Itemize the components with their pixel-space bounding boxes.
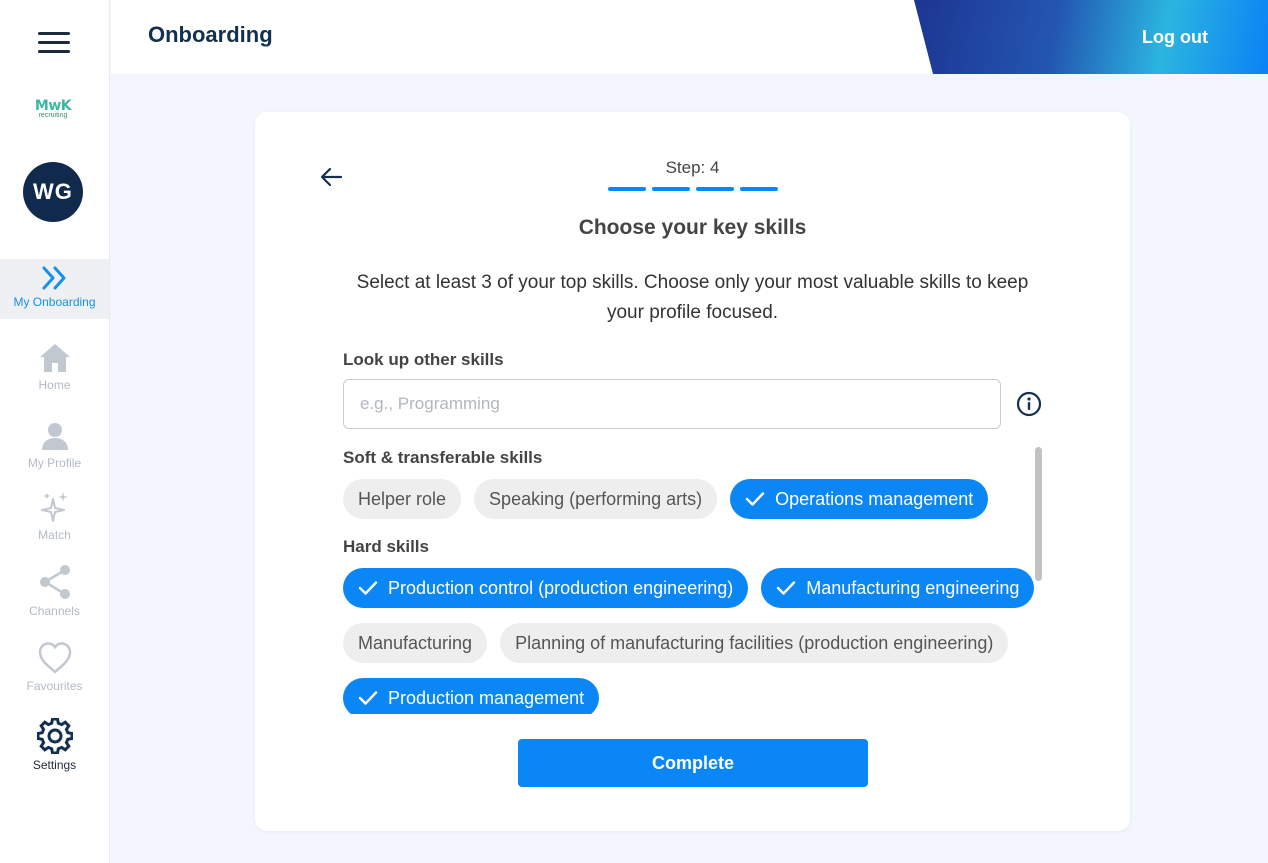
sparkles-icon xyxy=(40,492,68,522)
onboarding-card: Step: 4 Choose your key skills Select at… xyxy=(255,112,1130,831)
sidebar-item-match[interactable]: Match xyxy=(0,484,109,544)
lookup-label: Look up other skills xyxy=(343,350,504,369)
step-label: Step: 4 xyxy=(665,158,720,177)
skill-search-input[interactable] xyxy=(343,379,1001,429)
step-bar xyxy=(608,187,646,191)
skill-chip-label: Operations management xyxy=(775,488,974,509)
sidebar-item-channels[interactable]: Channels xyxy=(0,558,109,618)
logo-subtext: recruiting xyxy=(38,112,68,119)
sidebar-item-label: Settings xyxy=(32,758,77,772)
double-chevron-right-icon xyxy=(42,266,65,290)
card-title: Choose your key skills xyxy=(578,216,807,239)
skill-chip-label: Manufacturing xyxy=(358,632,473,653)
section-label-hard-skills: Hard skills xyxy=(343,537,429,556)
skill-chip[interactable]: Planning of manufacturing facilities (pr… xyxy=(500,623,1009,663)
sidebar: MwK recruiting WG My Onboarding Home My … xyxy=(0,0,110,863)
skill-chip[interactable]: Manufacturing xyxy=(343,623,488,663)
page-title: Onboarding xyxy=(148,22,273,47)
skill-chip-label: Planning of manufacturing facilities (pr… xyxy=(515,632,994,653)
skill-chip-label: Manufacturing engineering xyxy=(806,577,1020,598)
step-bar xyxy=(740,187,778,191)
heart-icon xyxy=(38,642,71,674)
skill-chip-label: Speaking (performing arts) xyxy=(489,488,703,509)
section-label-soft-skills: Soft & transferable skills xyxy=(343,448,543,467)
checkmark-icon xyxy=(358,581,378,595)
skill-chip[interactable]: Helper role xyxy=(343,479,462,519)
soft-skills-list: Helper role Speaking (performing arts) O… xyxy=(343,479,1043,519)
sidebar-item-label: Channels xyxy=(29,604,80,618)
sidebar-item-label: My Profile xyxy=(27,456,82,470)
hard-skills-list: Production control (production engineeri… xyxy=(343,568,1043,714)
skill-chip-selected[interactable]: Production control (production engineeri… xyxy=(343,568,749,608)
skill-chip-label: Production management xyxy=(388,687,585,708)
skill-chip-label: Production control (production engineeri… xyxy=(388,577,734,598)
skills-scroll-area[interactable]: Soft & transferable skills Helper role S… xyxy=(343,444,1043,714)
skill-chip-selected[interactable]: Operations management xyxy=(730,479,989,519)
checkmark-icon xyxy=(358,691,378,705)
step-bar xyxy=(696,187,734,191)
sidebar-item-my-profile[interactable]: My Profile xyxy=(0,414,109,474)
sidebar-item-favourites[interactable]: Favourites xyxy=(0,635,109,695)
step-progress xyxy=(608,187,778,191)
sidebar-item-settings[interactable]: Settings xyxy=(0,712,109,772)
skill-chip-selected[interactable]: Manufacturing engineering xyxy=(761,568,1035,608)
sidebar-item-label: Match xyxy=(38,528,71,542)
checkmark-icon xyxy=(777,581,796,595)
person-icon xyxy=(41,423,68,450)
skill-chip[interactable]: Speaking (performing arts) xyxy=(474,479,718,519)
logout-button[interactable]: Log out xyxy=(1142,27,1208,48)
menu-icon[interactable] xyxy=(38,32,70,56)
gear-icon xyxy=(36,718,73,754)
header-gradient-banner xyxy=(914,0,1268,74)
skills-scrollbar[interactable] xyxy=(1035,447,1042,581)
sidebar-item-label: Favourites xyxy=(26,679,83,693)
complete-button[interactable]: Complete xyxy=(518,739,868,787)
card-description: Select at least 3 of your top skills. Ch… xyxy=(356,272,1029,323)
sidebar-item-my-onboarding[interactable]: My Onboarding xyxy=(0,259,109,319)
checkmark-icon xyxy=(745,492,765,506)
home-icon xyxy=(39,344,70,372)
sidebar-item-label: My Onboarding xyxy=(13,295,96,309)
info-icon[interactable] xyxy=(1016,391,1042,417)
share-icon xyxy=(39,565,70,599)
skill-chip-label: Helper role xyxy=(358,488,447,509)
sidebar-item-home[interactable]: Home xyxy=(0,336,109,396)
logo: MwK recruiting xyxy=(0,98,106,119)
step-bar xyxy=(652,187,690,191)
top-header: Onboarding Log out xyxy=(111,0,1268,74)
sidebar-item-label: Home xyxy=(38,378,71,392)
avatar[interactable]: WG xyxy=(23,162,83,222)
skill-chip-selected[interactable]: Production management xyxy=(343,678,600,714)
